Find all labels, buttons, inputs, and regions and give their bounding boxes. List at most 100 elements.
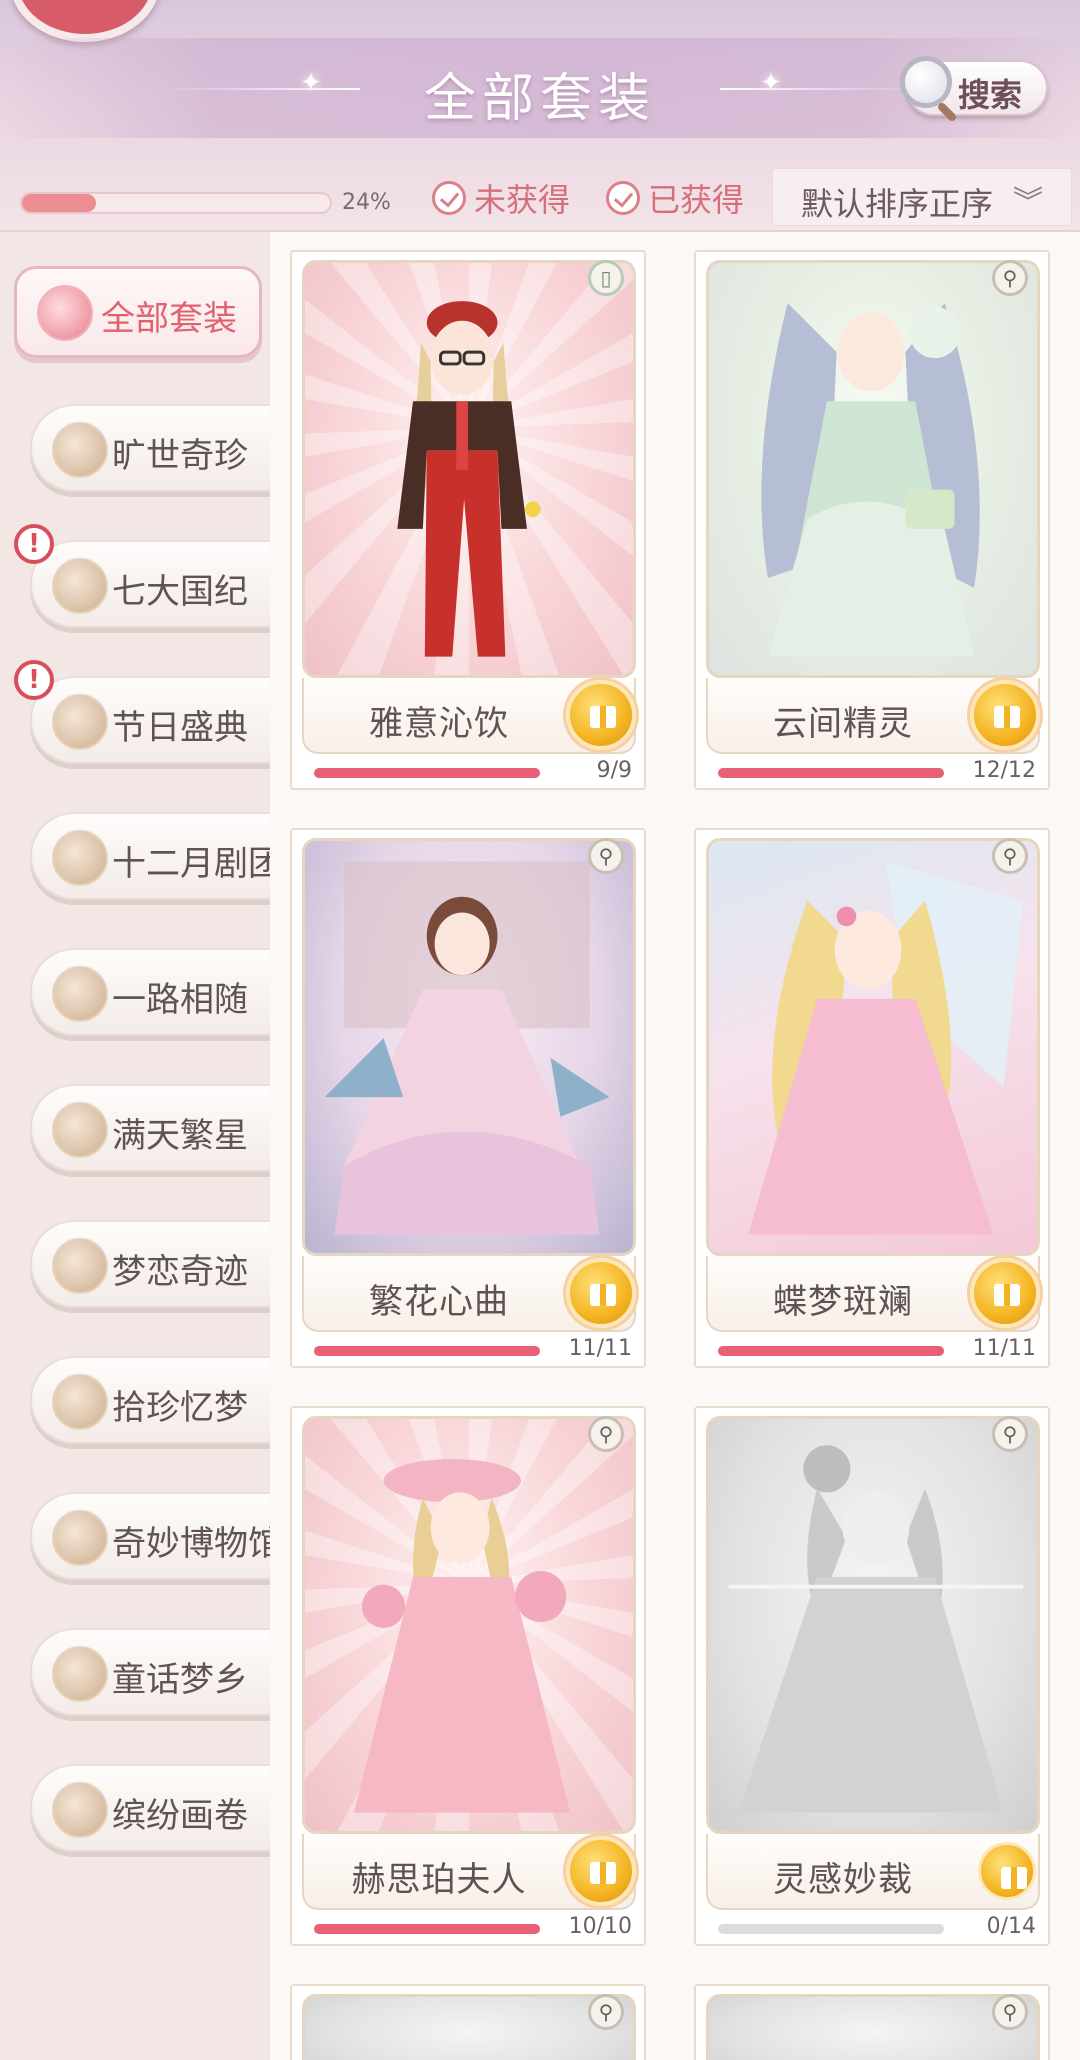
person-icon: ⚲ xyxy=(588,1994,624,2030)
suit-piece-count: 12/12 xyxy=(972,758,1036,783)
person-icon: ⚲ xyxy=(992,260,1028,296)
gift-icon[interactable] xyxy=(566,1258,636,1328)
sidebar-item-label: 奇妙博物馆 xyxy=(112,1524,270,1564)
gift-icon[interactable] xyxy=(970,680,1040,750)
collection-progress-text: 24% xyxy=(342,190,391,215)
filter-not-obtained[interactable]: 未获得 xyxy=(432,176,570,220)
suit-card-partial[interactable]: ⚲ xyxy=(694,1984,1050,2060)
sidebar-item-label: 一路相随 xyxy=(112,980,248,1020)
gift-icon[interactable] xyxy=(566,680,636,750)
suit-progress-bar xyxy=(718,1924,944,1934)
back-button[interactable] xyxy=(10,0,160,42)
suit-name: 灵感妙裁 xyxy=(773,1860,913,1900)
suit-progress-fill xyxy=(314,1924,540,1934)
sidebar-item-dream-miracle[interactable]: 梦恋奇迹 xyxy=(30,1220,270,1308)
sidebar-item-all-the-way[interactable]: 一路相随 xyxy=(30,948,270,1036)
suit-progress-bar xyxy=(718,1346,944,1356)
suit-image xyxy=(706,1994,1040,2060)
suit-piece-count: 11/11 xyxy=(568,1336,632,1361)
collection-progress-bar xyxy=(20,192,332,214)
chevron-down-icon: ︾ xyxy=(1013,185,1043,220)
chandelier-icon xyxy=(52,830,108,886)
sidebar-item-colorful-scroll[interactable]: 缤纷画卷 xyxy=(30,1764,270,1852)
suit-card[interactable]: ▯ 雅意沁饮 9/9 xyxy=(290,250,646,790)
carousel-icon xyxy=(52,694,108,750)
alert-icon: ! xyxy=(14,524,54,564)
suit-name-bar: 雅意沁饮 xyxy=(302,678,636,754)
header: ✦ ✦ 全部套装 搜索 24% 未获得 已获得 默认排序正序 ︾ xyxy=(0,0,1080,232)
suit-name-bar: 蝶梦斑斓 xyxy=(706,1256,1040,1332)
gift-icon[interactable] xyxy=(970,1258,1040,1328)
suit-piece-count: 10/10 xyxy=(568,1914,632,1939)
collection-progress-fill xyxy=(22,194,96,212)
check-circle-icon xyxy=(606,181,640,215)
suit-card[interactable]: ⚲ 云间精灵 12/12 xyxy=(694,250,1050,790)
sidebar-item-label: 七大国纪 xyxy=(112,572,248,612)
sidebar-item-label: 节日盛典 xyxy=(112,708,248,748)
suit-image xyxy=(706,838,1040,1256)
sidebar-item-treasure-dream[interactable]: 拾珍忆梦 xyxy=(30,1356,270,1444)
cat-icon xyxy=(52,1782,108,1838)
sidebar-item-festivals[interactable]: ! 节日盛典 xyxy=(14,660,270,764)
search-button[interactable]: 搜索 xyxy=(900,56,1048,116)
sidebar-item-fairytale-land[interactable]: 童话梦乡 xyxy=(30,1628,270,1716)
suit-card[interactable]: ⚲ 繁花心曲 11/11 xyxy=(290,828,646,1368)
sidebar-item-rare-treasures[interactable]: 旷世奇珍 xyxy=(30,404,270,492)
sort-label: 默认排序正序 xyxy=(801,185,994,223)
alert-icon: ! xyxy=(14,660,54,700)
suit-progress-fill xyxy=(718,1346,944,1356)
suit-card[interactable]: ⚲ 蝶梦斑斓 11/11 xyxy=(694,828,1050,1368)
flower-icon xyxy=(52,966,108,1022)
suit-name: 蝶梦斑斓 xyxy=(773,1282,913,1322)
person-icon: ⚲ xyxy=(588,1416,624,1452)
battery-icon: ▯ xyxy=(588,260,624,296)
sidebar-item-wonder-museum[interactable]: 奇妙博物馆 xyxy=(30,1492,270,1580)
sidebar-item-december-troupe[interactable]: 十二月剧团 xyxy=(30,812,270,900)
sidebar-item-all-sets[interactable]: 全部套装 xyxy=(14,266,262,358)
sidebar-item-label: 拾珍忆梦 xyxy=(112,1388,248,1428)
compass-icon xyxy=(52,1510,108,1566)
suit-card[interactable]: ⚲ 赫思珀夫人 10/10 xyxy=(290,1406,646,1946)
hat-icon xyxy=(52,1238,108,1294)
person-icon: ⚲ xyxy=(992,1416,1028,1452)
constellation-icon xyxy=(52,1102,108,1158)
suit-progress-fill xyxy=(314,768,540,778)
sidebar-item-label: 旷世奇珍 xyxy=(112,436,248,476)
suit-card-partial[interactable]: ⚲ xyxy=(290,1984,646,2060)
suit-name: 繁花心曲 xyxy=(369,1282,509,1322)
suit-name: 云间精灵 xyxy=(773,704,913,744)
dress-icon xyxy=(37,285,93,341)
filter-label: 未获得 xyxy=(474,181,571,219)
gift-icon[interactable] xyxy=(978,1842,1036,1900)
character-illustration xyxy=(397,301,541,657)
suit-image xyxy=(302,1994,636,2060)
suit-progress-fill xyxy=(314,1346,540,1356)
suit-piece-count: 9/9 xyxy=(596,758,632,783)
filter-obtained[interactable]: 已获得 xyxy=(606,176,744,220)
sidebar-item-label: 缤纷画卷 xyxy=(112,1796,248,1836)
suit-name: 雅意沁饮 xyxy=(369,704,509,744)
category-sidebar: 全部套装 旷世奇珍 ! 七大国纪 ! 节日盛典 十二月剧团 一路相随 满天繁星 … xyxy=(0,232,270,2060)
character-illustration xyxy=(748,861,1024,1235)
suit-card-grid: ▯ 雅意沁饮 9/9 ⚲ 云间精灵 12/12 ⚲ 繁花心曲 11/11 ⚲ 蝶… xyxy=(270,232,1080,2060)
suit-progress-bar xyxy=(314,1346,540,1356)
search-label: 搜索 xyxy=(958,76,1023,114)
sidebar-item-seven-kingdoms[interactable]: ! 七大国纪 xyxy=(14,524,270,628)
character-illustration xyxy=(761,303,980,657)
feather-icon xyxy=(52,1374,108,1430)
suit-image xyxy=(302,1416,636,1834)
suit-name-bar: 繁花心曲 xyxy=(302,1256,636,1332)
character-illustration xyxy=(354,1459,571,1813)
character-illustration xyxy=(728,1445,1024,1813)
suit-name-bar: 云间精灵 xyxy=(706,678,1040,754)
suit-image xyxy=(706,260,1040,678)
suit-piece-count: 0/14 xyxy=(986,1914,1036,1939)
suit-image xyxy=(706,1416,1040,1834)
suit-name: 赫思珀夫人 xyxy=(351,1860,527,1900)
sidebar-item-starry-sky[interactable]: 满天繁星 xyxy=(30,1084,270,1172)
suit-card[interactable]: ⚲ 灵感妙裁 0/14 xyxy=(694,1406,1050,1946)
map-icon xyxy=(52,558,108,614)
sort-dropdown[interactable]: 默认排序正序 ︾ xyxy=(772,168,1072,226)
gift-icon[interactable] xyxy=(566,1836,636,1906)
sidebar-item-label: 梦恋奇迹 xyxy=(112,1252,248,1292)
